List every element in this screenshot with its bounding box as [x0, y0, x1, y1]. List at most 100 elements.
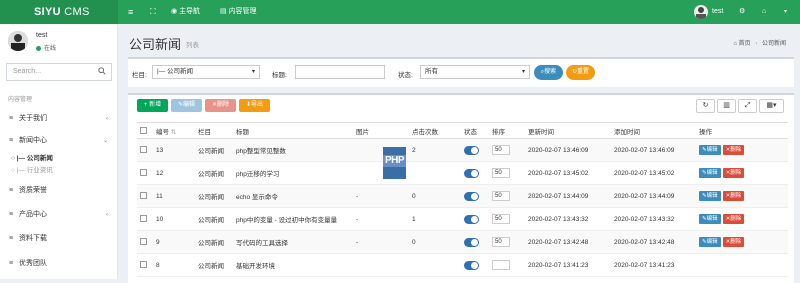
row-checkbox[interactable]	[137, 138, 153, 162]
user-name[interactable]: test	[712, 0, 723, 24]
filter-panel: 栏目: |— 公司新闻 ▾ 标题: 状态: 所有 ▾ ⌕搜索 ↻重置	[128, 57, 794, 87]
table-panel: + 新增 ✎编辑 ✕删除 ⬇导出 ↻ ▥ ⤢ ▦▾ 编号 ⇅ 栏目 标题 图片 …	[128, 93, 794, 283]
cell-actions	[696, 253, 788, 277]
breadcrumb-home[interactable]: 首页	[739, 41, 751, 47]
delete-button[interactable]: ✕删除	[205, 99, 236, 112]
add-button[interactable]: + 新增	[137, 99, 168, 112]
sidebar-item-downloads[interactable]: ≡ 资料下载	[0, 230, 118, 248]
fullscreen-icon[interactable]: ⤢	[738, 99, 757, 113]
cell-clicks: 0	[409, 230, 461, 254]
select-all-checkbox[interactable]	[137, 122, 153, 139]
row-edit-button[interactable]: ✎编辑	[699, 145, 721, 155]
table-row: 8 公司新闻 基础开发环境 2020-02-07 13:41:23 2020-0…	[137, 253, 788, 277]
sort-input[interactable]	[489, 253, 525, 277]
sort-input[interactable]: 50	[489, 184, 525, 208]
nav-content[interactable]: ▤ 内容管理	[220, 0, 257, 24]
row-checkbox[interactable]	[137, 184, 153, 208]
columns-icon[interactable]: ▥	[717, 99, 736, 113]
row-delete-button[interactable]: ✕删除	[722, 214, 745, 224]
row-edit-button[interactable]: ✎编辑	[699, 168, 721, 178]
export-button[interactable]: ⬇导出	[239, 99, 270, 112]
col-header-actions: 操作	[696, 122, 788, 139]
sidebar-subitem-label: |— 公司新闻	[16, 155, 53, 162]
brand-logo[interactable]: SIYU CMS	[0, 0, 118, 24]
column-filter-select[interactable]: |— 公司新闻 ▾	[152, 65, 260, 79]
status-toggle[interactable]	[461, 230, 489, 254]
home-icon[interactable]: ⌂	[762, 0, 766, 24]
row-delete-button[interactable]: ✕删除	[722, 168, 745, 178]
sidebar-item-label: 资料下载	[19, 235, 47, 242]
menu-icon: ≡	[9, 115, 14, 122]
status-toggle[interactable]	[461, 138, 489, 162]
row-checkbox[interactable]	[137, 161, 153, 185]
sort-input[interactable]: 50	[489, 230, 525, 254]
sort-input[interactable]: 50	[489, 161, 525, 185]
cell-column: 公司新闻	[195, 207, 233, 231]
avatar-image-icon	[8, 31, 28, 51]
main-content: 公司新闻 列表 ⌂ 首页 › 公司新闻 栏目: |— 公司新闻 ▾ 标题: 状态:…	[118, 24, 800, 283]
cell-column: 公司新闻	[195, 230, 233, 254]
sidebar-search-input[interactable]: Search...	[6, 63, 112, 81]
sidebar-toggle-icon[interactable]: ≡	[128, 0, 133, 24]
cell-id: 12	[153, 161, 195, 185]
refresh-icon[interactable]: ↻	[696, 99, 715, 113]
sidebar-subitem-company-news[interactable]: ○ |— 公司新闻	[0, 153, 118, 165]
cell-updated: 2020-02-07 13:41:23	[525, 253, 611, 277]
row-delete-button[interactable]: ✕删除	[722, 145, 745, 155]
row-checkbox[interactable]	[137, 230, 153, 254]
title-filter-input[interactable]	[295, 65, 385, 79]
fullscreen-icon[interactable]: ⛶	[150, 0, 156, 24]
cell-column: 公司新闻	[195, 161, 233, 185]
col-header-id[interactable]: 编号 ⇅	[153, 122, 195, 139]
sidebar-item-about[interactable]: ≡ 关于我们 ‹	[0, 110, 118, 128]
breadcrumb: ⌂ 首页 › 公司新闻	[733, 41, 786, 47]
row-checkbox[interactable]	[137, 253, 153, 277]
cell-title: php迁移的学习	[233, 161, 353, 185]
cell-added: 2020-02-07 13:46:09	[611, 138, 696, 162]
status-toggle[interactable]	[461, 161, 489, 185]
col-header-clicks: 点击次数	[409, 122, 461, 139]
column-filter-value: |— 公司新闻	[157, 68, 193, 75]
php-thumbnail-image: PHP	[383, 147, 406, 179]
column-filter-label: 栏目:	[132, 72, 147, 79]
cell-image: -	[353, 184, 409, 208]
sidebar-subitem-industry-news[interactable]: ○ |— 行业资讯	[0, 165, 118, 177]
row-edit-button[interactable]: ✎编辑	[699, 191, 721, 201]
settings-icon[interactable]: ⚙	[739, 0, 745, 24]
cell-image: -	[353, 207, 409, 231]
search-button[interactable]: ⌕搜索	[534, 65, 563, 80]
sidebar-item-team[interactable]: ≡ 优秀团队	[0, 255, 118, 273]
row-checkbox[interactable]	[137, 207, 153, 231]
row-edit-button[interactable]: ✎编辑	[699, 214, 721, 224]
cell-actions: ✎编辑 ✕删除	[696, 230, 788, 254]
chevron-down-icon: ⌄	[102, 138, 108, 144]
sidebar-subitem-label: |— 行业资讯	[16, 167, 53, 174]
chevron-left-icon: ‹	[106, 212, 108, 218]
row-edit-button[interactable]: ✎编辑	[699, 237, 721, 247]
user-avatar[interactable]	[694, 5, 708, 19]
status-toggle[interactable]	[461, 253, 489, 277]
sidebar-item-news[interactable]: ≡ 新闻中心 ⌄	[0, 132, 118, 150]
row-delete-button[interactable]: ✕删除	[722, 237, 745, 247]
grid-menu-icon[interactable]: ▦▾	[759, 99, 784, 113]
sort-input[interactable]: 50	[489, 138, 525, 162]
search-icon[interactable]	[98, 67, 106, 75]
sidebar-item-honors[interactable]: ≡ 资质荣誉	[0, 182, 118, 200]
page-subtitle: 列表	[186, 42, 199, 49]
row-delete-button[interactable]: ✕删除	[722, 191, 745, 201]
col-header-sort: 排序	[489, 122, 525, 139]
sidebar-item-label: 资质荣誉	[19, 187, 47, 194]
cell-id: 9	[153, 230, 195, 254]
reset-button[interactable]: ↻重置	[566, 65, 595, 80]
dropdown-icon[interactable]: ▾	[784, 0, 787, 24]
cell-title: 基础开发环境	[233, 253, 353, 277]
nav-main[interactable]: ◉ 主导航	[171, 0, 200, 24]
status-toggle[interactable]	[461, 184, 489, 208]
sort-input[interactable]: 50	[489, 207, 525, 231]
cell-added: 2020-02-07 13:45:02	[611, 161, 696, 185]
sidebar-item-products[interactable]: ≡ 产品中心 ‹	[0, 206, 118, 224]
status-filter-select[interactable]: 所有 ▾	[420, 65, 530, 79]
edit-button[interactable]: ✎编辑	[171, 99, 202, 112]
status-toggle[interactable]	[461, 207, 489, 231]
cell-added: 2020-02-07 13:44:09	[611, 184, 696, 208]
